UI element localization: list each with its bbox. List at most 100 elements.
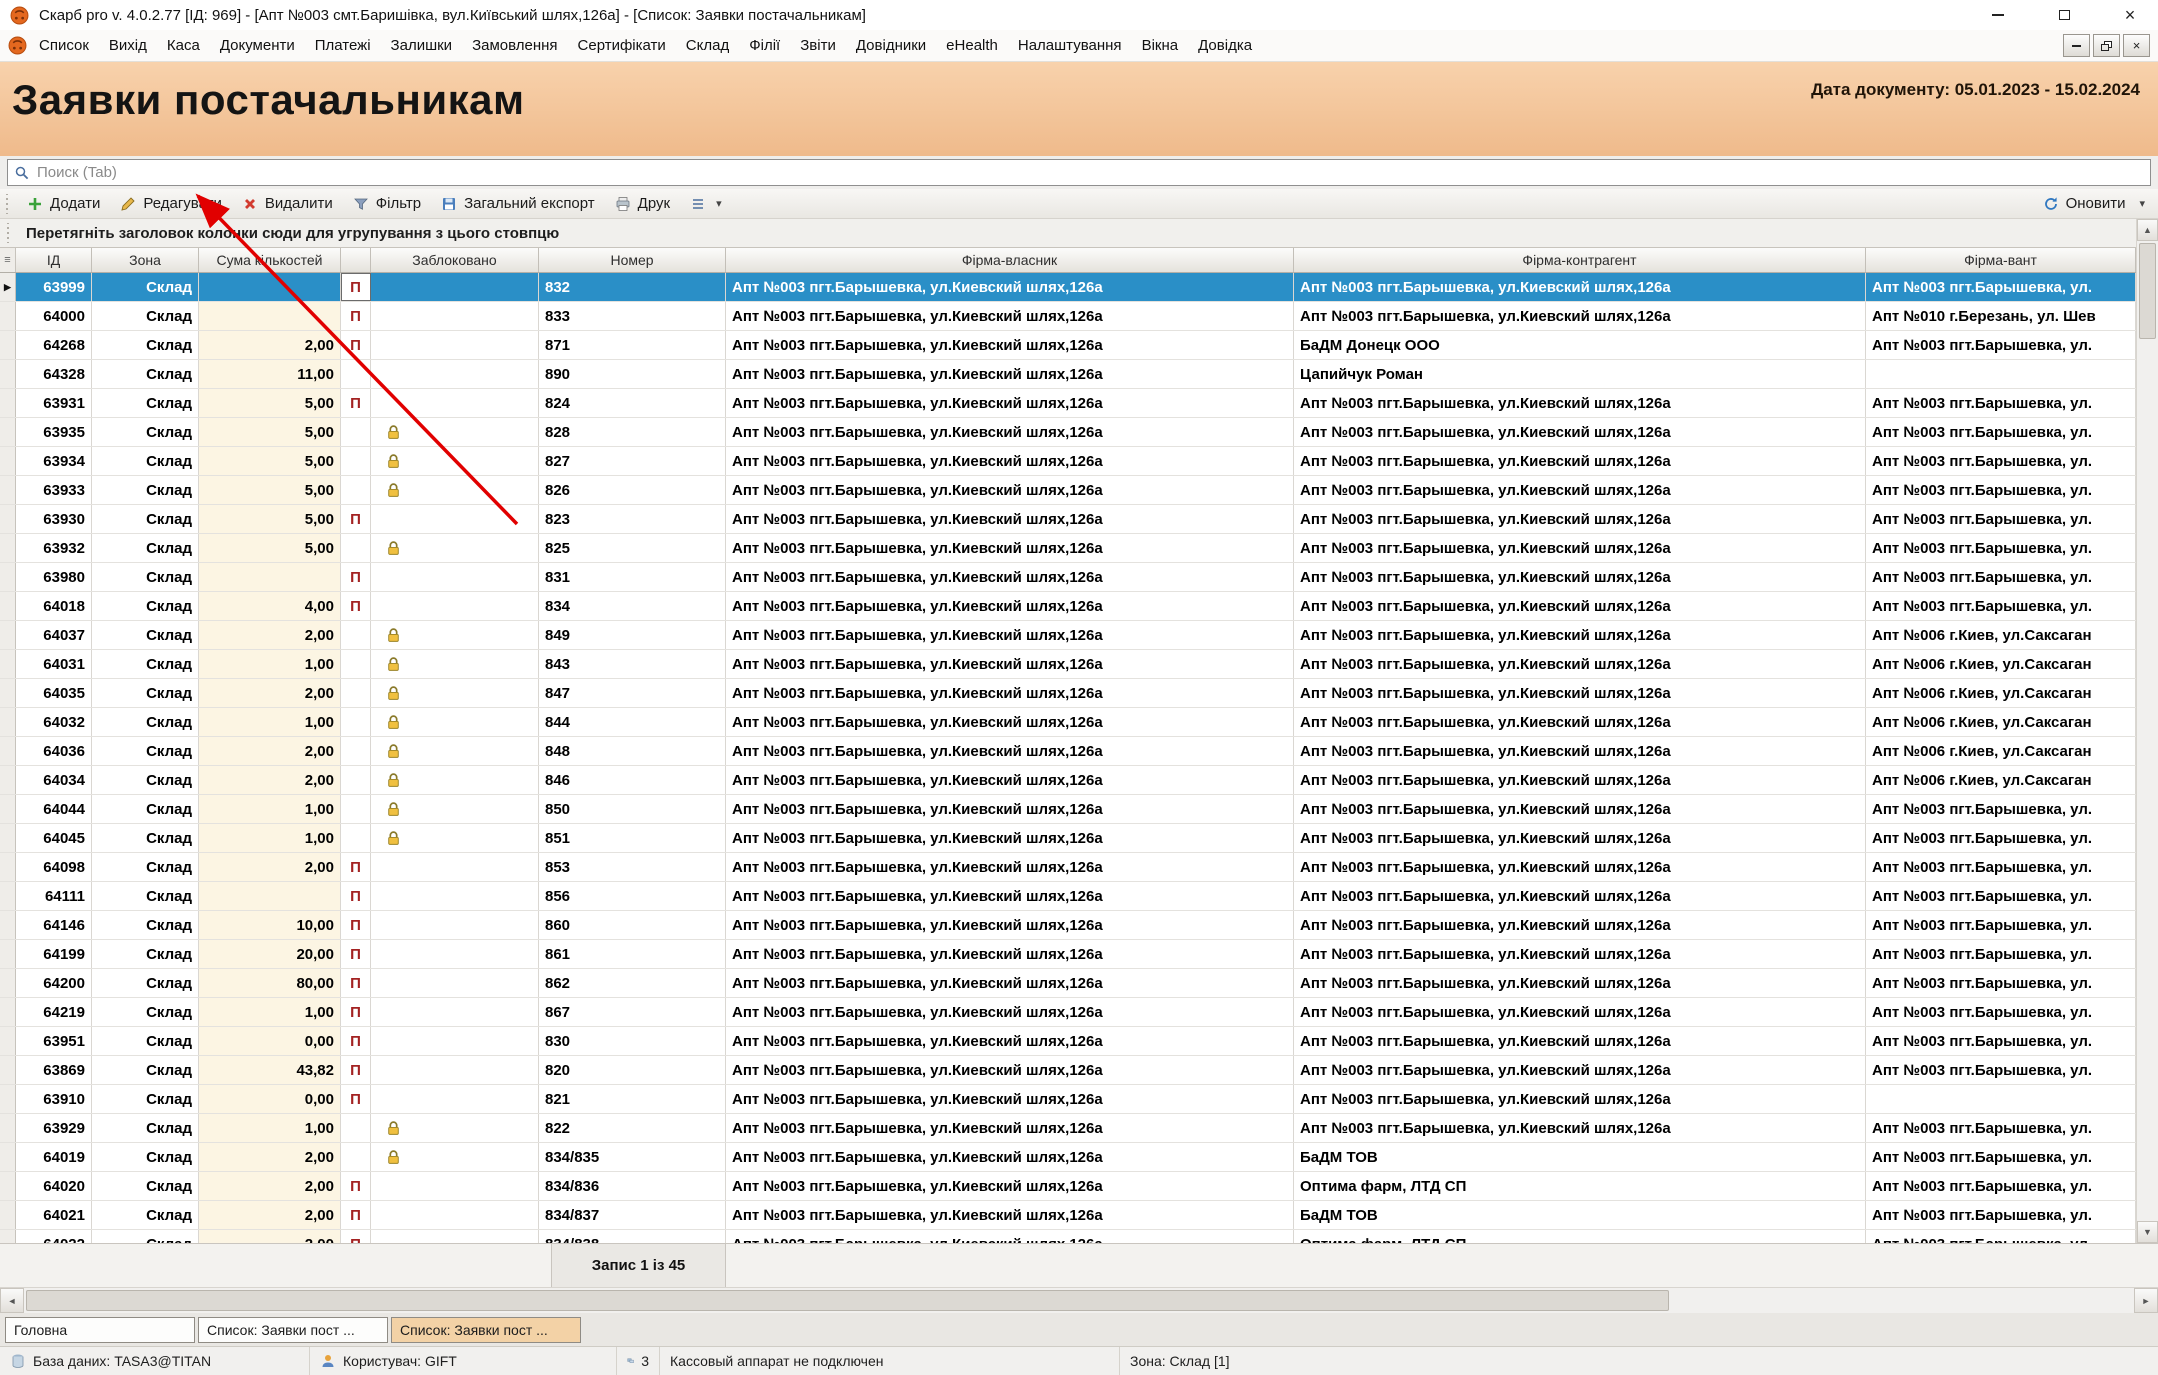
cell-blocked bbox=[371, 592, 539, 620]
menu-item-3[interactable]: Каса bbox=[157, 32, 210, 59]
export-button[interactable]: Загальний експорт bbox=[432, 192, 604, 215]
table-row[interactable]: 63930 Склад 5,00 П 823 Апт №003 пгт.Бары… bbox=[0, 505, 2136, 534]
scroll-left-button[interactable]: ◄ bbox=[0, 1288, 24, 1313]
table-row[interactable]: 64031 Склад 1,00 843 Апт №003 пгт.Барыше… bbox=[0, 650, 2136, 679]
scroll-right-button[interactable]: ► bbox=[2134, 1288, 2158, 1313]
maximize-button[interactable] bbox=[2054, 5, 2074, 25]
table-row[interactable]: 64146 Склад 10,00 П 860 Апт №003 пгт.Бар… bbox=[0, 911, 2136, 940]
cell-blocked bbox=[371, 824, 539, 852]
column-header-p-flag[interactable] bbox=[341, 248, 371, 272]
table-row[interactable]: 64021 Склад 2,00 П 834/837 Апт №003 пгт.… bbox=[0, 1201, 2136, 1230]
cell-blocked bbox=[371, 621, 539, 649]
column-header-owner-firm[interactable]: Фірма-власник bbox=[726, 248, 1294, 272]
cell-id: 64032 bbox=[16, 708, 92, 736]
table-row[interactable]: 64034 Склад 2,00 846 Апт №003 пгт.Барыше… bbox=[0, 766, 2136, 795]
tab-home[interactable]: Головна bbox=[5, 1317, 195, 1343]
menu-item-8[interactable]: Сертифікати bbox=[568, 32, 676, 59]
table-body: ▶ 63999 Склад П 832 Апт №003 пгт.Барышев… bbox=[0, 273, 2136, 1243]
table-row[interactable]: 64020 Склад 2,00 П 834/836 Апт №003 пгт.… bbox=[0, 1172, 2136, 1201]
horizontal-scroll-track[interactable] bbox=[24, 1288, 2134, 1313]
table-row[interactable]: 64200 Склад 80,00 П 862 Апт №003 пгт.Бар… bbox=[0, 969, 2136, 998]
mdi-close-button[interactable]: × bbox=[2123, 34, 2150, 57]
menu-item-4[interactable]: Документи bbox=[210, 32, 305, 59]
row-indicator bbox=[0, 1230, 16, 1243]
minimize-button[interactable] bbox=[1988, 5, 2008, 25]
column-header-quantity-sum[interactable]: Сума кількостей bbox=[199, 248, 341, 272]
menu-item-5[interactable]: Платежі bbox=[305, 32, 381, 59]
table-row[interactable]: 63910 Склад 0,00 П 821 Апт №003 пгт.Бары… bbox=[0, 1085, 2136, 1114]
table-row[interactable]: 64199 Склад 20,00 П 861 Апт №003 пгт.Бар… bbox=[0, 940, 2136, 969]
column-header-id[interactable]: ІД bbox=[16, 248, 92, 272]
edit-button[interactable]: Редагувати bbox=[111, 192, 231, 215]
table-row[interactable]: 64019 Склад 2,00 834/835 Апт №003 пгт.Ба… bbox=[0, 1143, 2136, 1172]
menu-item-2[interactable]: Вихід bbox=[99, 32, 157, 59]
table-row[interactable]: 64098 Склад 2,00 П 853 Апт №003 пгт.Бары… bbox=[0, 853, 2136, 882]
cell-blocked bbox=[371, 331, 539, 359]
close-button[interactable]: × bbox=[2120, 5, 2140, 25]
column-header-blocked[interactable]: Заблоковано bbox=[371, 248, 539, 272]
table-row[interactable]: 64268 Склад 2,00 П 871 Апт №003 пгт.Бары… bbox=[0, 331, 2136, 360]
horizontal-scroll-thumb[interactable] bbox=[26, 1290, 1669, 1311]
table-row[interactable]: 63935 Склад 5,00 828 Апт №003 пгт.Барыше… bbox=[0, 418, 2136, 447]
menu-item-9[interactable]: Склад bbox=[676, 32, 739, 59]
table-row[interactable]: 63931 Склад 5,00 П 824 Апт №003 пгт.Бары… bbox=[0, 389, 2136, 418]
tab-list-1[interactable]: Список: Заявки пост ... bbox=[198, 1317, 388, 1343]
cell-p-flag: П bbox=[341, 273, 371, 301]
table-row[interactable]: 64032 Склад 1,00 844 Апт №003 пгт.Барыше… bbox=[0, 708, 2136, 737]
menu-item-15[interactable]: Вікна bbox=[1132, 32, 1189, 59]
table-row[interactable]: 63951 Склад 0,00 П 830 Апт №003 пгт.Бары… bbox=[0, 1027, 2136, 1056]
table-row[interactable]: 64328 Склад 11,00 890 Апт №003 пгт.Барыш… bbox=[0, 360, 2136, 389]
vertical-scrollbar[interactable]: ▲ ▼ bbox=[2136, 219, 2158, 1243]
column-header-consignee-firm[interactable]: Фірма-вант bbox=[1866, 248, 2136, 272]
table-row[interactable]: 63932 Склад 5,00 825 Апт №003 пгт.Барыше… bbox=[0, 534, 2136, 563]
table-row[interactable]: 64000 Склад П 833 Апт №003 пгт.Барышевка… bbox=[0, 302, 2136, 331]
menu-item-7[interactable]: Замовлення bbox=[462, 32, 567, 59]
cell-number: 832 bbox=[539, 273, 726, 301]
view-options-button[interactable]: ▾ bbox=[681, 193, 734, 215]
table-row[interactable]: 64219 Склад 1,00 П 867 Апт №003 пгт.Бары… bbox=[0, 998, 2136, 1027]
table-row[interactable]: 64045 Склад 1,00 851 Апт №003 пгт.Барыше… bbox=[0, 824, 2136, 853]
table-row[interactable]: 64044 Склад 1,00 850 Апт №003 пгт.Барыше… bbox=[0, 795, 2136, 824]
menu-item-12[interactable]: Довідники bbox=[846, 32, 936, 59]
filter-button[interactable]: Фільтр bbox=[344, 192, 430, 215]
table-row[interactable]: 64035 Склад 2,00 847 Апт №003 пгт.Барыше… bbox=[0, 679, 2136, 708]
menu-item-1[interactable]: Список bbox=[29, 32, 99, 59]
menu-item-13[interactable]: eHealth bbox=[936, 32, 1008, 59]
mdi-minimize-button[interactable] bbox=[2063, 34, 2090, 57]
table-row[interactable]: ▶ 63999 Склад П 832 Апт №003 пгт.Барышев… bbox=[0, 273, 2136, 302]
search-input[interactable] bbox=[37, 164, 2144, 181]
delete-button[interactable]: Видалити bbox=[233, 192, 342, 215]
column-header-number[interactable]: Номер bbox=[539, 248, 726, 272]
menu-item-6[interactable]: Залишки bbox=[381, 32, 463, 59]
column-header-contragent-firm[interactable]: Фірма-контрагент bbox=[1294, 248, 1866, 272]
menu-item-10[interactable]: Філії bbox=[739, 32, 790, 59]
cell-number: 834/836 bbox=[539, 1172, 726, 1200]
print-button[interactable]: Друк bbox=[606, 192, 679, 215]
menu-item-16[interactable]: Довідка bbox=[1188, 32, 1262, 59]
refresh-button[interactable]: Оновити bbox=[2034, 192, 2135, 215]
table-row[interactable]: 63933 Склад 5,00 826 Апт №003 пгт.Барыше… bbox=[0, 476, 2136, 505]
group-by-panel[interactable]: Перетягніть заголовок колонки сюди для у… bbox=[0, 219, 2136, 247]
table-row[interactable]: 63929 Склад 1,00 822 Апт №003 пгт.Барыше… bbox=[0, 1114, 2136, 1143]
table-row[interactable]: 63980 Склад П 831 Апт №003 пгт.Барышевка… bbox=[0, 563, 2136, 592]
cell-id: 64199 bbox=[16, 940, 92, 968]
menu-item-14[interactable]: Налаштування bbox=[1008, 32, 1132, 59]
table-row[interactable]: 64111 Склад П 856 Апт №003 пгт.Барышевка… bbox=[0, 882, 2136, 911]
scroll-down-button[interactable]: ▼ bbox=[2137, 1221, 2158, 1243]
vertical-scroll-track[interactable] bbox=[2137, 339, 2158, 1221]
table-row[interactable]: 63869 Склад 43,82 П 820 Апт №003 пгт.Бар… bbox=[0, 1056, 2136, 1085]
table-row[interactable]: 64022 Склад 2,00 П 834/838 Апт №003 пгт.… bbox=[0, 1230, 2136, 1243]
vertical-scroll-thumb[interactable] bbox=[2139, 243, 2156, 339]
table-row[interactable]: 64036 Склад 2,00 848 Апт №003 пгт.Барыше… bbox=[0, 737, 2136, 766]
column-header-zone[interactable]: Зона bbox=[92, 248, 199, 272]
tab-list-2-active[interactable]: Список: Заявки пост ... bbox=[391, 1317, 581, 1343]
add-button[interactable]: Додати bbox=[18, 192, 109, 215]
horizontal-scrollbar[interactable]: ◄ ► bbox=[0, 1287, 2158, 1313]
menu-item-11[interactable]: Звіти bbox=[790, 32, 846, 59]
toolbar-overflow-chevron[interactable]: ▾ bbox=[2136, 197, 2148, 210]
mdi-restore-button[interactable] bbox=[2093, 34, 2120, 57]
table-row[interactable]: 63934 Склад 5,00 827 Апт №003 пгт.Барыше… bbox=[0, 447, 2136, 476]
scroll-up-button[interactable]: ▲ bbox=[2137, 219, 2158, 241]
table-row[interactable]: 64018 Склад 4,00 П 834 Апт №003 пгт.Бары… bbox=[0, 592, 2136, 621]
table-row[interactable]: 64037 Склад 2,00 849 Апт №003 пгт.Барыше… bbox=[0, 621, 2136, 650]
